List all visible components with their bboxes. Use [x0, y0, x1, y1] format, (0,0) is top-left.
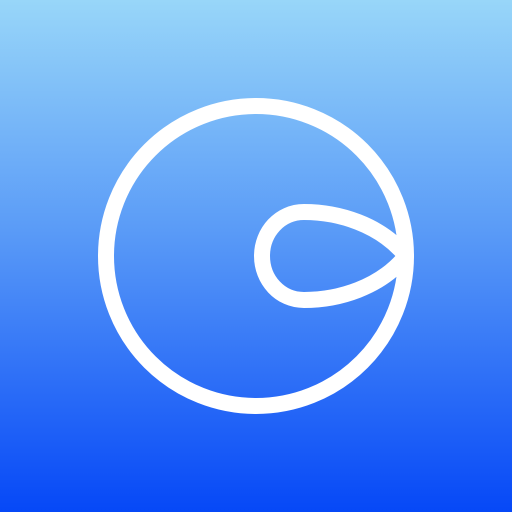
- app-icon: [0, 0, 512, 512]
- logo-artwork: [0, 0, 512, 512]
